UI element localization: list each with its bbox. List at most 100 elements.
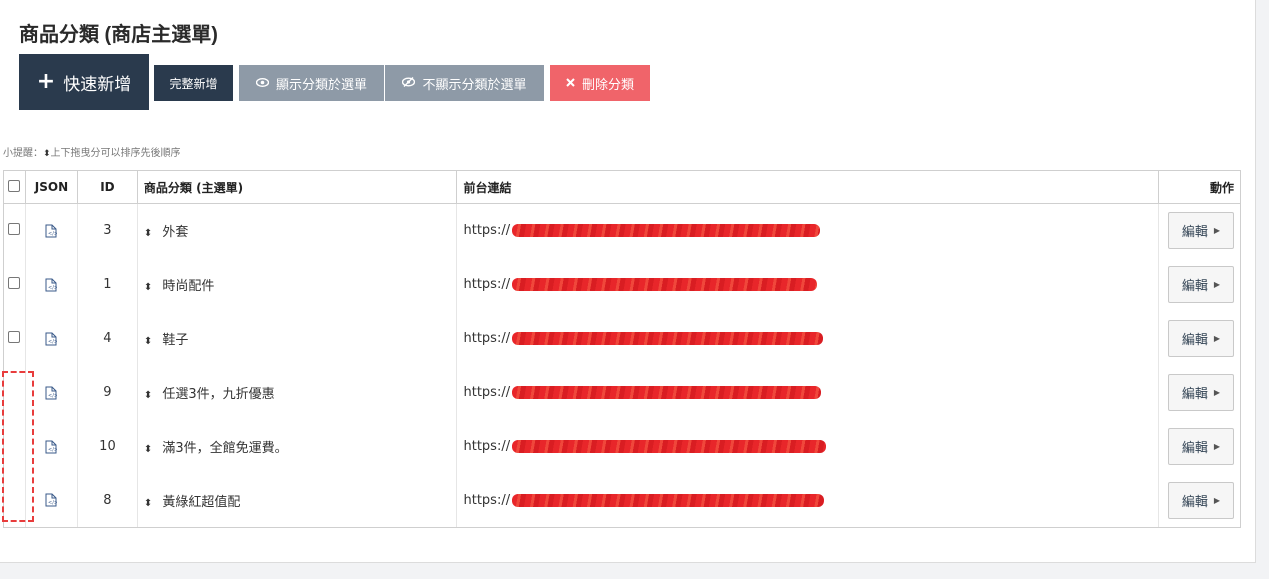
svg-text:</>: </> [48,500,57,506]
header-category: 商品分類 (主選單) [136,170,458,204]
json-file-icon[interactable]: </> [45,386,59,400]
caret-right-icon: ▶ [1213,388,1221,397]
frontend-link[interactable]: https:// [463,331,510,346]
select-all-cell [3,170,26,204]
table-row[interactable]: </> 4 ⬍ 鞋子 https:// 編輯 ▶ [3,311,1242,366]
drag-sort-icon[interactable]: ⬍ [144,390,152,401]
table-row[interactable]: </> 8 ⬍ 黃綠紅超值配 https:// 編輯 ▶ [3,473,1242,528]
eye-slash-icon [402,76,416,90]
hide-from-menu-button[interactable]: 不顯示分類於選單 [385,65,544,101]
json-cell: </> [24,473,78,528]
select-all-checkbox[interactable] [8,179,21,192]
frontend-link[interactable]: https:// [463,385,510,400]
row-checkbox[interactable] [8,330,21,343]
link-cell: https:// [456,311,1159,366]
eye-icon [255,76,270,90]
sort-arrows-icon: ⬍ [43,149,51,159]
tip-text: 上下拖曳分可以排序先後順序 [50,148,181,159]
delete-category-button[interactable]: 刪除分類 [550,65,650,101]
header-action: 動作 [1157,170,1242,204]
table-row[interactable]: </> 10 ⬍ 滿3件，全館免運費。 https:// 編輯 ▶ [3,419,1242,474]
category-table: JSON ID 商品分類 (主選單) 前台連結 動作 </> 3 ⬍ 外套 htt… [3,170,1242,528]
json-cell: </> [24,257,78,312]
action-cell: 編輯 ▶ [1157,203,1242,258]
json-file-icon[interactable]: </> [45,440,59,454]
json-file-icon[interactable]: </> [45,332,59,346]
header-json: JSON [24,170,78,204]
edit-button[interactable]: 編輯 ▶ [1168,212,1234,250]
svg-text:</>: </> [48,447,57,453]
json-file-icon[interactable]: </> [45,224,59,238]
edit-button[interactable]: 編輯 ▶ [1168,266,1234,303]
plus-icon: + [36,69,56,94]
id-cell: 4 [76,311,138,366]
link-cell: https:// [456,473,1159,528]
edit-button[interactable]: 編輯 ▶ [1168,374,1234,411]
tip-prefix: 小提醒： [3,148,43,159]
link-cell: https:// [456,203,1159,258]
json-cell: </> [24,311,78,366]
caret-right-icon: ▶ [1213,495,1221,505]
row-checkbox-cell [3,311,26,366]
redaction-mark [512,386,822,399]
redaction-mark [512,493,825,507]
table-row[interactable]: </> 9 ⬍ 任選3件，九折優惠 https:// 編輯 ▶ [3,365,1242,420]
edit-label: 編輯 [1181,387,1208,402]
drag-sort-icon[interactable]: ⬍ [144,498,152,509]
edit-label: 編輯 [1181,333,1208,348]
drag-sort-icon[interactable]: ⬍ [144,336,152,347]
id-cell: 8 [76,473,138,528]
action-cell: 編輯 ▶ [1157,365,1242,420]
category-name: 任選3件，九折優惠 [162,387,275,402]
action-cell: 編輯 ▶ [1157,473,1242,528]
caret-right-icon: ▶ [1213,226,1221,236]
action-cell: 編輯 ▶ [1157,257,1242,312]
drag-sort-icon[interactable]: ⬍ [144,282,152,293]
category-name: 鞋子 [162,333,189,348]
action-cell: 編輯 ▶ [1157,419,1242,474]
action-cell: 編輯 ▶ [1157,311,1242,366]
link-cell: https:// [456,419,1159,474]
row-checkbox[interactable] [8,276,21,289]
row-checkbox-cell [3,203,26,258]
page-title: 商品分類 (商店主選單) [19,24,218,46]
edit-button[interactable]: 編輯 ▶ [1168,481,1234,519]
full-add-button[interactable]: 完整新增 [154,65,233,101]
main-panel: 商品分類 (商店主選單) + 快速新增 完整新增 顯示分類於選單 不顯示分類於選… [0,0,1256,563]
id-cell: 3 [76,203,138,258]
svg-text:</>: </> [48,339,57,345]
name-cell: ⬍ 鞋子 [136,311,458,366]
frontend-link[interactable]: https:// [463,493,510,508]
row-checkbox[interactable] [8,222,21,235]
id-cell: 10 [76,419,138,474]
drag-sort-icon[interactable]: ⬍ [144,228,152,239]
json-file-icon[interactable]: </> [45,493,59,507]
frontend-link[interactable]: https:// [463,277,510,292]
edit-button[interactable]: 編輯 ▶ [1168,320,1234,357]
row-checkbox-cell [3,257,26,312]
header-id: ID [76,170,138,204]
edit-label: 編輯 [1181,494,1208,510]
table-row[interactable]: </> 3 ⬍ 外套 https:// 編輯 ▶ [3,203,1242,258]
caret-right-icon: ▶ [1213,280,1221,289]
json-cell: </> [24,365,78,420]
json-file-icon[interactable]: </> [45,278,59,292]
redaction-mark [512,278,818,291]
frontend-link[interactable]: https:// [463,439,510,454]
redaction-mark [512,332,824,345]
category-name: 滿3件，全館免運費。 [162,441,288,456]
hide-from-menu-label: 不顯示分類於選單 [422,77,527,93]
json-cell: </> [24,419,78,474]
drag-sort-icon[interactable]: ⬍ [144,444,152,455]
edit-button[interactable]: 編輯 ▶ [1168,428,1234,465]
frontend-link[interactable]: https:// [463,223,510,238]
category-name: 外套 [162,225,189,241]
name-cell: ⬍ 黃綠紅超值配 [136,473,458,528]
table-header-row: JSON ID 商品分類 (主選單) 前台連結 動作 [3,170,1242,204]
table-row[interactable]: </> 1 ⬍ 時尚配件 https:// 編輯 ▶ [3,257,1242,312]
caret-right-icon: ▶ [1213,334,1221,343]
redaction-mark [512,440,827,453]
show-in-menu-button[interactable]: 顯示分類於選單 [239,65,384,101]
edit-label: 編輯 [1181,225,1208,241]
quick-add-button[interactable]: + 快速新增 [19,54,149,110]
